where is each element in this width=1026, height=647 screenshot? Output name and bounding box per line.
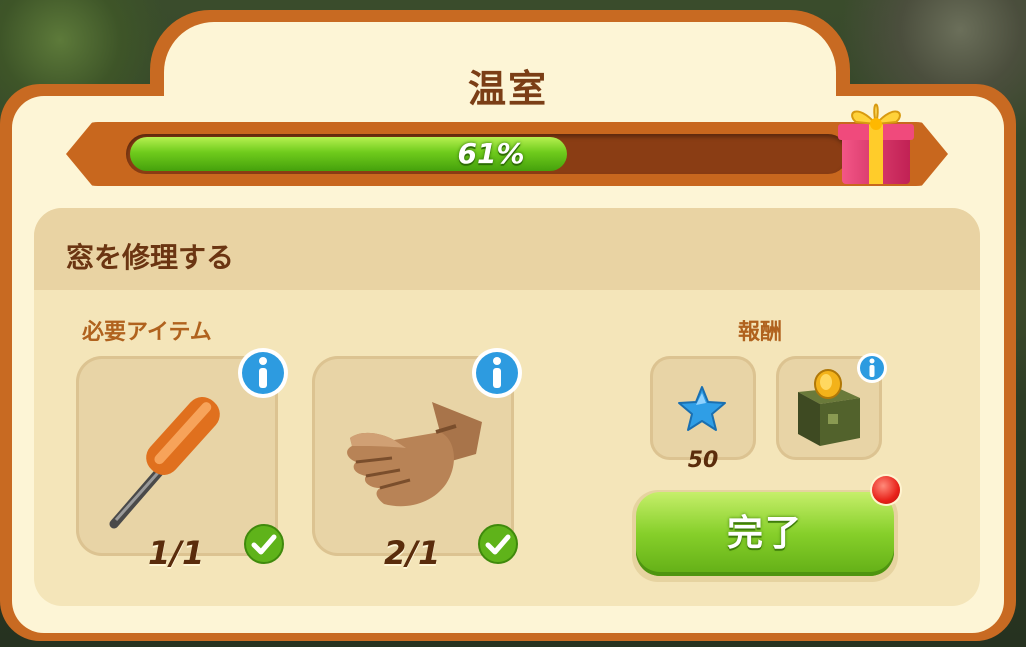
progress-label: 61% <box>457 137 525 170</box>
glove-icon <box>347 402 482 507</box>
rewards-label: 報酬 <box>738 320 783 345</box>
required-items-label: 必要アイテム <box>82 320 212 345</box>
check-icon <box>478 524 518 564</box>
check-icon <box>244 524 284 564</box>
complete-button-label[interactable]: 完了 <box>636 492 894 576</box>
task-title: 窓を修理する <box>66 241 235 274</box>
info-icon[interactable] <box>470 346 524 400</box>
screwdriver-icon <box>109 397 220 529</box>
required-item-count: 1/1 <box>148 534 205 572</box>
required-item-count: 2/1 <box>384 534 441 572</box>
reward-amount: 50 <box>687 448 719 473</box>
info-icon[interactable] <box>236 346 290 400</box>
notification-dot <box>872 476 900 504</box>
blue-star-icon <box>678 386 726 431</box>
info-icon[interactable] <box>856 352 888 384</box>
gift-box-icon[interactable] <box>836 92 916 188</box>
